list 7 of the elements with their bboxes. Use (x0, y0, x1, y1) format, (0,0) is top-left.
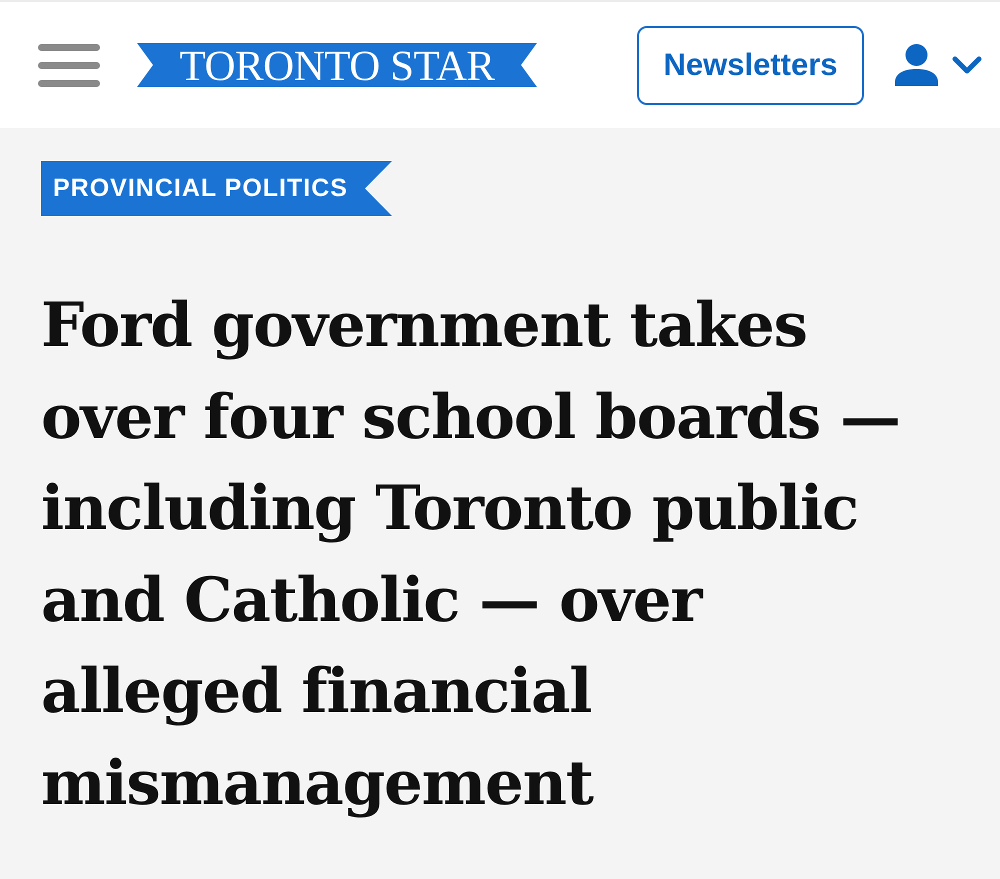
newsletters-button[interactable]: Newsletters (637, 26, 864, 104)
user-icon[interactable] (895, 44, 938, 86)
caret-icon[interactable] (952, 56, 982, 74)
site-logo[interactable]: TORONTO STAR (137, 43, 537, 87)
menu-icon[interactable] (38, 44, 100, 86)
article-headline: Ford government takes over four school boards — including Toronto public and Catholic — over alleged financial mismanagement (41, 289, 901, 820)
section-tag[interactable]: PROVINCIAL POLITICS (41, 161, 392, 216)
